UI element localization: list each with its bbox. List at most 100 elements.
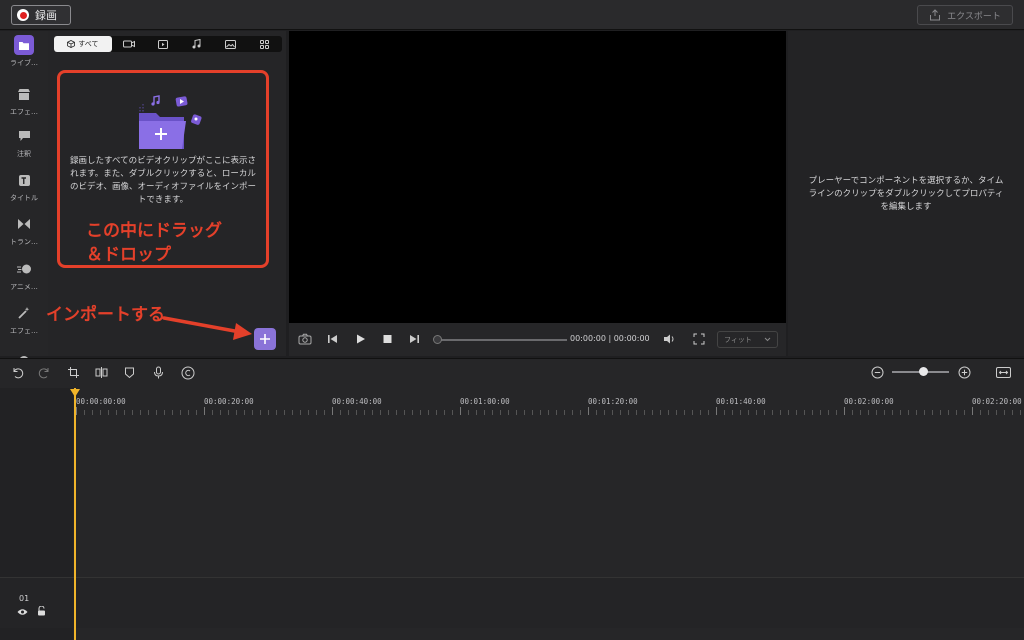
ruler-tick xyxy=(172,410,173,415)
ruler-tick xyxy=(676,410,677,415)
ruler-label: 00:01:20:00 xyxy=(588,397,638,406)
stop-icon[interactable] xyxy=(382,333,393,345)
tab-other[interactable] xyxy=(248,36,282,52)
ruler-tick xyxy=(820,410,821,415)
chevron-down-icon xyxy=(764,337,771,342)
zoom-out-icon[interactable] xyxy=(871,366,884,379)
ruler-tick xyxy=(908,410,909,415)
ruler-label: 00:00:40:00 xyxy=(332,397,382,406)
tab-clips[interactable] xyxy=(146,36,180,52)
rail-item-titles[interactable]: タイトル xyxy=(0,170,48,203)
ruler-tick xyxy=(548,410,549,415)
play-box-icon xyxy=(157,39,168,49)
image-icon xyxy=(225,39,237,49)
player-controls: 00:00:00 | 00:00:00 フィット xyxy=(289,323,786,356)
playhead-handle[interactable] xyxy=(70,389,80,397)
ruler-tick xyxy=(524,410,525,415)
skip-forward-icon[interactable] xyxy=(409,333,420,345)
rail-item-effects[interactable]: エフェ… xyxy=(0,303,48,336)
ruler-tick xyxy=(668,410,669,415)
record-button[interactable]: 録画 xyxy=(11,5,71,25)
properties-message: プレーヤーでコンポーネントを選択するか、タイムラインのクリップをダブルクリックし… xyxy=(808,176,1004,212)
timeline-ruler[interactable]: 00:00:00:00 00:00:20:00 00:00:40:00 00:0… xyxy=(73,388,1024,418)
unlock-icon[interactable] xyxy=(37,606,46,616)
fit-timeline-icon[interactable] xyxy=(996,366,1011,379)
video-preview[interactable] xyxy=(289,31,786,323)
tab-audio[interactable] xyxy=(180,36,214,52)
ruler-tick xyxy=(876,410,877,415)
import-annotation: インポートする xyxy=(46,305,165,325)
import-button[interactable] xyxy=(254,328,276,350)
ruler-label: 00:00:20:00 xyxy=(204,397,254,406)
rail-item-animations[interactable]: アニメ… xyxy=(0,259,48,292)
ruler-tick xyxy=(596,410,597,415)
ruler-tick xyxy=(308,410,309,415)
tab-all-label: すべて xyxy=(78,40,99,48)
ruler-tick xyxy=(756,410,757,415)
ruler-tick xyxy=(460,407,461,415)
music-note-icon xyxy=(192,39,201,49)
ruler-tick xyxy=(260,410,261,415)
ruler-tick xyxy=(772,410,773,415)
title-icon xyxy=(14,170,34,190)
export-button[interactable]: エクスポート xyxy=(917,5,1013,25)
ruler-tick xyxy=(572,410,573,415)
ruler-tick xyxy=(604,410,605,415)
ruler-tick xyxy=(276,410,277,415)
progress-track[interactable] xyxy=(437,339,567,341)
marker-icon[interactable] xyxy=(123,366,136,379)
zoom-slider-handle[interactable] xyxy=(919,367,928,376)
play-icon[interactable] xyxy=(355,333,366,345)
eye-icon[interactable] xyxy=(17,608,28,616)
top-bar: 録画 エクスポート xyxy=(0,0,1024,30)
ruler-tick xyxy=(628,410,629,415)
rail-item-annotations[interactable]: 注釈 xyxy=(0,126,48,159)
record-icon xyxy=(17,9,29,21)
ruler-tick xyxy=(388,410,389,415)
ruler-tick xyxy=(508,410,509,415)
tab-video[interactable] xyxy=(112,36,146,52)
grid-icon xyxy=(260,39,270,49)
volume-icon[interactable] xyxy=(663,333,676,345)
undo-icon[interactable] xyxy=(11,366,24,379)
timecode: 00:00:00 | 00:00:00 xyxy=(570,334,650,343)
split-icon[interactable] xyxy=(95,366,108,379)
fullscreen-icon[interactable] xyxy=(693,333,705,345)
ruler-tick xyxy=(852,410,853,415)
ruler-tick xyxy=(708,410,709,415)
tab-images[interactable] xyxy=(214,36,248,52)
zoom-in-icon[interactable] xyxy=(958,366,971,379)
animation-icon xyxy=(14,259,34,279)
tab-all[interactable]: すべて xyxy=(54,36,112,52)
ruler-tick xyxy=(92,410,93,415)
playhead[interactable] xyxy=(74,388,76,640)
crop-icon[interactable] xyxy=(67,366,80,379)
ruler-tick xyxy=(788,410,789,415)
redo-icon[interactable] xyxy=(38,366,51,379)
track-row[interactable] xyxy=(0,578,1024,628)
media-tabs: すべて xyxy=(54,36,282,52)
ruler-tick xyxy=(980,410,981,415)
ruler-tick xyxy=(356,410,357,415)
ruler-label: 00:02:00:00 xyxy=(844,397,894,406)
ruler-tick xyxy=(836,410,837,415)
ruler-tick xyxy=(692,410,693,415)
rail-item-transitions[interactable]: トラン… xyxy=(0,214,48,247)
magic-wand-icon xyxy=(14,303,34,323)
fit-select[interactable]: フィット xyxy=(717,331,778,348)
rail-item-library[interactable]: ライブ… xyxy=(0,35,48,68)
camera-icon[interactable] xyxy=(298,333,312,345)
ruler-tick xyxy=(284,410,285,415)
ruler-tick xyxy=(612,410,613,415)
microphone-icon[interactable] xyxy=(152,366,165,379)
rail-item-label: エフェ… xyxy=(10,327,38,335)
ruler-tick xyxy=(972,407,973,415)
ruler-tick xyxy=(132,410,133,415)
copyright-icon[interactable] xyxy=(181,366,195,380)
ruler-tick xyxy=(364,410,365,415)
rail-item-label: トラン… xyxy=(10,238,38,246)
rail-item-effects-store[interactable]: エフェ… xyxy=(0,84,48,117)
ruler-tick xyxy=(844,407,845,415)
progress-handle[interactable] xyxy=(433,335,442,344)
skip-back-icon[interactable] xyxy=(327,333,338,345)
